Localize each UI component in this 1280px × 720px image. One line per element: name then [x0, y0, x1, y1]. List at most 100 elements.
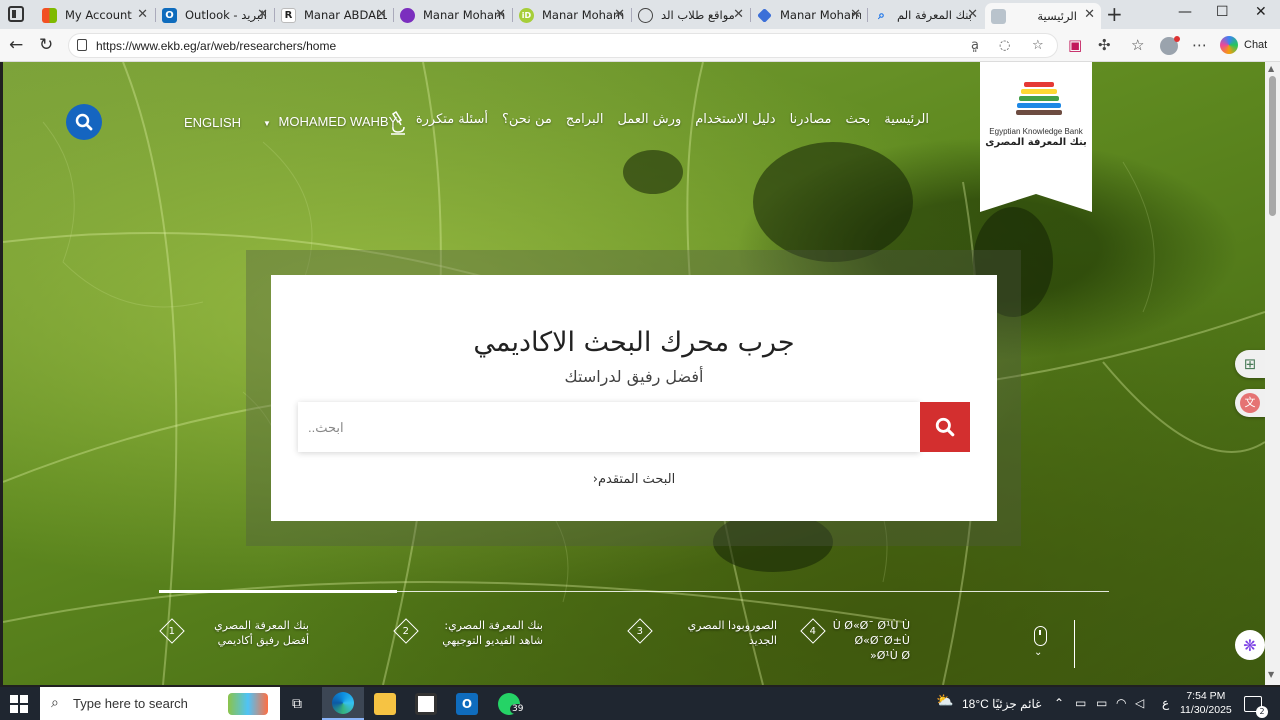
tab-orcid[interactable]: iD Manar Moham ✕ [513, 3, 631, 27]
search-input[interactable] [298, 402, 920, 452]
chevron-up-icon[interactable]: ⌃ [1054, 696, 1064, 710]
nav-item-home[interactable]: الرئيسية [884, 112, 929, 132]
weather-icon[interactable]: ⛅ [936, 692, 953, 709]
weather-text[interactable]: 18°C غائم جزئيًا [962, 697, 1041, 711]
nav-item-programs[interactable]: البرامج [566, 112, 604, 132]
close-icon[interactable]: ✕ [257, 7, 268, 22]
maximize-icon[interactable]: ☐ [1216, 4, 1229, 20]
chevron-down-icon: ▼ [263, 119, 271, 128]
microsoft-store-icon[interactable] [415, 693, 437, 715]
clock-time: 7:54 PM [1186, 690, 1226, 702]
globe-icon [638, 7, 653, 23]
tab-profile[interactable]: Manar Moham ✕ [751, 3, 867, 27]
minimize-icon[interactable]: — [1178, 4, 1192, 20]
new-tab-icon[interactable]: + [1106, 2, 1123, 26]
outlook-icon: O [162, 7, 177, 23]
file-explorer-icon[interactable] [374, 693, 396, 715]
extension-icon[interactable]: ▣ [1068, 36, 1082, 54]
tab-title: Manar Moham [780, 8, 861, 22]
books-logo-icon [1016, 82, 1062, 117]
advanced-search-link[interactable]: البحث المتقدم‹ [271, 472, 997, 487]
meet-now-icon[interactable]: ▭ [1075, 696, 1086, 710]
close-icon[interactable]: ✕ [495, 7, 506, 22]
translate-widget-button[interactable]: 文 [1235, 389, 1265, 417]
nav-item-about[interactable]: من نحن؟ [502, 112, 552, 132]
tab-mendeley[interactable]: Manar Moham ✕ [394, 3, 512, 27]
slide-item-1[interactable]: 1 بنك المعرفة المصري أفضل رفيق أكاديمي [159, 618, 309, 648]
site-info-icon[interactable] [77, 39, 87, 51]
search-submit-button[interactable] [920, 402, 970, 452]
close-icon[interactable]: ✕ [376, 7, 387, 22]
scroll-up-arrow-icon[interactable]: ▲ [1268, 64, 1274, 73]
slide-item-3[interactable]: 3 الصوروبودا المصري الجديد [627, 618, 777, 648]
search-icon [935, 417, 955, 437]
tab-my-account[interactable]: My Account ✕ [36, 3, 154, 27]
scroll-mouse-icon[interactable] [1034, 626, 1047, 646]
close-icon[interactable]: ✕ [967, 7, 978, 22]
address-bar[interactable]: https://www.ekb.eg/ar/web/researchers/ho… [68, 33, 1058, 58]
copilot-chat-button[interactable]: Chat [1220, 34, 1267, 56]
slide-item-2[interactable]: 2 بنك المعرفة المصري: شاهد الفيديو التوج… [393, 618, 543, 648]
url-text[interactable]: https://www.ekb.eg/ar/web/researchers/ho… [96, 39, 336, 53]
nav-item-user-guide[interactable]: دليل الاستخدام [695, 112, 775, 132]
language-switch[interactable]: ENGLISH [184, 115, 241, 130]
tab-ekb-search[interactable]: ⌕ بنك المعرفة الم ✕ [868, 3, 984, 27]
windows-start-icon[interactable] [10, 695, 28, 713]
slide-number-badge: 2 [393, 618, 419, 644]
nav-item-workshops[interactable]: ورش العمل [617, 112, 681, 132]
favorite-star-icon[interactable]: ☆ [1032, 38, 1044, 53]
close-icon[interactable]: ✕ [614, 7, 625, 22]
copilot-icon [1220, 36, 1238, 54]
volume-icon[interactable]: ◁ [1135, 696, 1144, 710]
ekb-icon [991, 8, 1006, 24]
apps-widget-button[interactable]: ⊞ [1235, 350, 1265, 378]
close-icon[interactable]: ✕ [137, 7, 148, 22]
input-language[interactable]: ع [1162, 696, 1169, 710]
slide-text: بنك المعرفة المصري: شاهد الفيديو التوجيه… [442, 619, 543, 647]
browser-essentials-icon[interactable]: ◌ [999, 38, 1010, 53]
tab-title: Manar Moham [423, 8, 506, 22]
more-options-icon[interactable]: ⋯ [1192, 36, 1207, 54]
tab-outlook[interactable]: O Outlook - البريد ✕ [156, 3, 274, 27]
hero-subtitle: أفضل رفيق لدراستك [564, 367, 704, 386]
header-search-button[interactable] [66, 104, 102, 140]
favorites-icon[interactable]: ☆ [1131, 36, 1144, 54]
scroll-down-arrow-icon[interactable]: ▼ [1268, 670, 1274, 679]
refresh-icon[interactable]: ↻ [39, 35, 53, 55]
read-aloud-icon[interactable]: a͈ [971, 38, 979, 53]
slide-item-4[interactable]: 4 Ù Ø«Ø¯ Ø¹Ù Ù Ø«Ø¯Ø±Ù Ø¹Ù Ø« [800, 618, 910, 663]
battery-icon[interactable]: ▭ [1096, 696, 1107, 710]
ai-assistant-button[interactable]: ❋ [1235, 630, 1265, 660]
slide-text: الصوروبودا المصري الجديد [687, 619, 777, 647]
profile-avatar-icon[interactable] [1160, 36, 1180, 55]
grid-plus-icon: ⊞ [1243, 355, 1257, 373]
edge-taskbar-button[interactable] [322, 687, 364, 720]
site-logo[interactable]: Egyptian Knowledge Bank بنك المعرفة المص… [980, 62, 1092, 212]
main-nav: الرئيسية بحث مصادرنا دليل الاستخدام ورش … [416, 112, 929, 132]
tab-student-sites[interactable]: مواقع طلاب الد ✕ [632, 3, 750, 27]
wifi-icon[interactable]: ◠ [1116, 696, 1126, 710]
nav-item-faq[interactable]: أسئلة متكررة [416, 112, 488, 132]
page-scrollbar[interactable]: ▲ ▼ [1265, 62, 1280, 685]
taskbar-search-box[interactable]: ⌕ Type here to search [40, 687, 280, 720]
close-window-icon[interactable]: ✕ [1255, 4, 1267, 20]
outlook-icon[interactable]: O [456, 693, 478, 715]
tab-home-active[interactable]: الرئيسية ✕ [985, 3, 1101, 29]
orcid-icon: iD [519, 7, 534, 23]
tab-researchgate[interactable]: R Manar ABDALL ✕ [275, 3, 393, 27]
close-icon[interactable]: ✕ [733, 7, 744, 22]
slider-progress [159, 590, 397, 593]
task-view-icon[interactable]: ⧉ [292, 695, 302, 712]
nav-item-sources[interactable]: مصادرنا [790, 112, 832, 132]
close-icon[interactable]: ✕ [1084, 7, 1095, 22]
page-viewport: Egyptian Knowledge Bank بنك المعرفة المص… [3, 62, 1265, 685]
extensions-puzzle-icon[interactable]: ✣ [1098, 36, 1111, 54]
clock[interactable]: 7:54 PM 11/30/2025 [1180, 689, 1232, 717]
user-menu[interactable]: ▼ MOHAMED WAHBY [263, 114, 397, 129]
tab-strip: My Account ✕ O Outlook - البريد ✕ R Mana… [0, 0, 1280, 29]
nav-item-search[interactable]: بحث [845, 112, 870, 132]
tab-actions-menu-icon[interactable] [8, 6, 24, 22]
close-icon[interactable]: ✕ [850, 7, 861, 22]
back-icon[interactable]: ← [9, 35, 23, 55]
scrollbar-thumb[interactable] [1269, 76, 1276, 216]
